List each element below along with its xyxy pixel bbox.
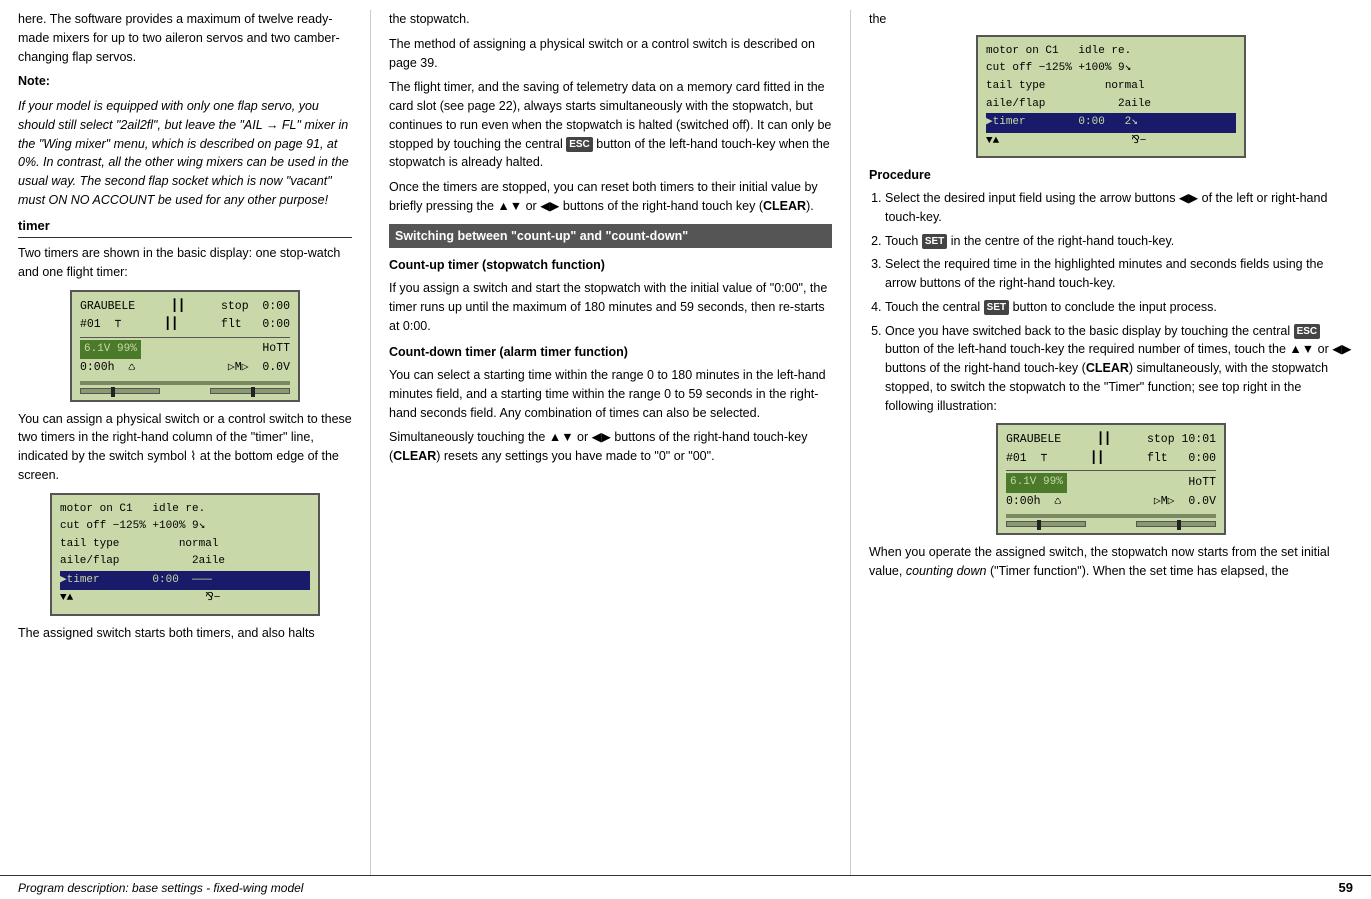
lcd-slider-1 (80, 381, 290, 385)
right-para2: When you operate the assigned switch, th… (869, 543, 1353, 581)
left-para2: Two timers are shown in the basic displa… (18, 244, 352, 282)
mid-para2: The method of assigning a physical switc… (389, 35, 832, 73)
lcd2-row4: aile/flap 2aile (60, 553, 310, 571)
mid-para1: the stopwatch. (389, 10, 832, 29)
footer-bar: Program description: base settings - fix… (0, 875, 1371, 899)
lcd-time-row-1: 0:00h ♺ ▷M▷ 0.0V (80, 359, 290, 377)
set-badge-2: SET (984, 300, 1009, 315)
count-up-title: Count-up timer (stopwatch function) (389, 256, 832, 275)
mid-para5: Simultaneously touching the ▲▼ or ◀▶ but… (389, 428, 832, 466)
lcd-bot-row2: #01 ⊤ ┃┃ flt 0:00 (1006, 450, 1216, 468)
procedure-item-1: Select the desired input field using the… (885, 189, 1353, 227)
lcd-bot-battery-row: 6.1V 99% HoTT (1006, 473, 1216, 493)
col-left: here. The software provides a maximum of… (0, 10, 370, 875)
lcd-right-timer-row: ▶timer 0:00 2↘ (986, 113, 1236, 133)
lcd-right-top-row4: aile/flap 2aile (986, 96, 1236, 114)
lcd-divider-1 (80, 337, 290, 338)
lcd-right-arrow-row: ▼▲ ⅋− (986, 133, 1236, 151)
note-body: If your model is equipped with only one … (18, 97, 352, 210)
col-middle: the stopwatch. The method of assigning a… (370, 10, 850, 875)
esc-badge-1: ESC (566, 137, 593, 152)
lcd-display-2: motor on C1 idle re. cut off −125% +100%… (50, 493, 320, 617)
lcd-battery-row-1: 6.1V 99% HoTT (80, 340, 290, 360)
lcd-display-1: GRAUBELE ┃┃ stop 0:00 #01 ⊤ ┃┃ flt 0:00 … (70, 290, 300, 402)
lcd-slider-2 (1006, 514, 1216, 518)
right-para1: the (869, 10, 1353, 29)
footer-page: 59 (1339, 880, 1353, 895)
left-para4: The assigned switch starts both timers, … (18, 624, 352, 643)
procedure-list: Select the desired input field using the… (885, 189, 1353, 415)
lcd-right-bottom: GRAUBELE ┃┃ stop 10:01 #01 ⊤ ┃┃ flt 0:00… (996, 423, 1226, 535)
count-up-body: If you assign a switch and start the sto… (389, 279, 832, 335)
count-down-title: Count-down timer (alarm timer function) (389, 343, 832, 362)
col-right: the motor on C1 idle re. cut off −125% +… (850, 10, 1371, 875)
lcd-row-1: GRAUBELE ┃┃ stop 0:00 (80, 298, 290, 316)
note-title: Note: (18, 72, 352, 91)
procedure-item-5: Once you have switched back to the basic… (885, 322, 1353, 416)
procedure-title: Procedure (869, 166, 1353, 185)
left-para3: You can assign a physical switch or a co… (18, 410, 352, 485)
lcd2-timer-row: ▶timer 0:00 ——— (60, 571, 310, 591)
switching-header: Switching between "count-up" and "count-… (389, 224, 832, 249)
lcd-slider-row-1 (80, 388, 290, 394)
esc-badge-2: ESC (1294, 324, 1321, 339)
lcd2-arrow-row: ▼▲ ⅋− (60, 590, 310, 608)
lcd2-row3: tail type normal (60, 536, 310, 554)
lcd-right-top-row2: cut off −125% +100% 9↘ (986, 60, 1236, 78)
lcd-bot-row1: GRAUBELE ┃┃ stop 10:01 (1006, 431, 1216, 449)
procedure-item-2: Touch SET in the centre of the right-han… (885, 232, 1353, 251)
lcd-slider-row-2 (1006, 521, 1216, 527)
lcd-row-2: #01 ⊤ ┃┃ flt 0:00 (80, 316, 290, 334)
lcd-right-top-row1: motor on C1 idle re. (986, 43, 1236, 61)
lcd2-row1: motor on C1 idle re. (60, 501, 310, 519)
count-down-body: You can select a starting time within th… (389, 366, 832, 422)
mid-para3: The flight timer, and the saving of tele… (389, 78, 832, 172)
timer-section-header: timer (18, 216, 352, 239)
lcd-right-top: motor on C1 idle re. cut off −125% +100%… (976, 35, 1246, 159)
footer-label: Program description: base settings - fix… (18, 881, 303, 895)
page-container: here. The software provides a maximum of… (0, 0, 1371, 899)
left-para1: here. The software provides a maximum of… (18, 10, 352, 66)
lcd-bot-time-row: 0:00h ♺ ▷M▷ 0.0V (1006, 493, 1216, 511)
content-area: here. The software provides a maximum of… (0, 0, 1371, 875)
procedure-item-3: Select the required time in the highligh… (885, 255, 1353, 293)
mid-para4: Once the timers are stopped, you can res… (389, 178, 832, 216)
set-badge-1: SET (922, 234, 947, 249)
lcd2-row2: cut off −125% +100% 9↘ (60, 518, 310, 536)
lcd-divider-2 (1006, 470, 1216, 471)
lcd-right-top-row3: tail type normal (986, 78, 1236, 96)
procedure-item-4: Touch the central SET button to conclude… (885, 298, 1353, 317)
